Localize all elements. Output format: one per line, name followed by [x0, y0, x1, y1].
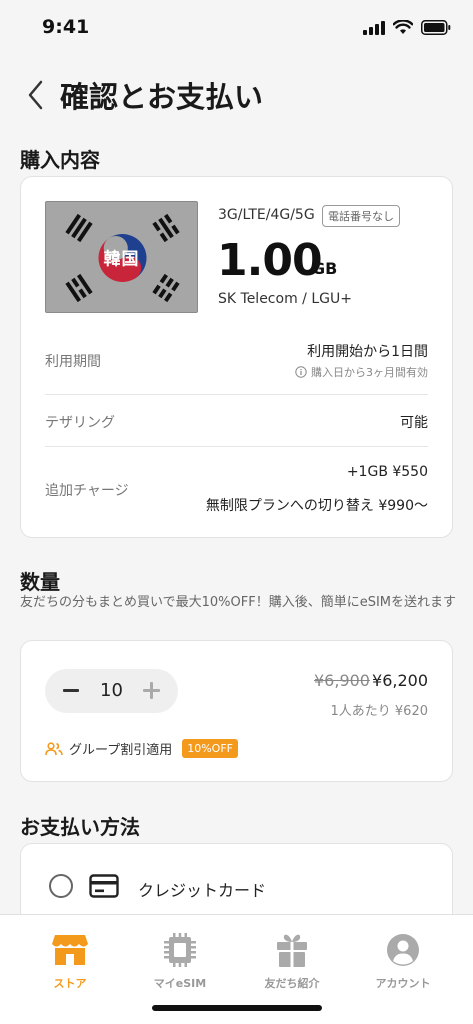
discount-badge: 10%OFF — [182, 739, 238, 758]
period-value: 利用開始から1日間 — [307, 344, 428, 360]
charge-label: 追加チャージ — [45, 483, 129, 499]
tethering-label: テザリング — [45, 415, 115, 431]
tab-label: ストア — [53, 977, 87, 990]
status-time: 9:41 — [42, 16, 90, 38]
plan-network: 3G/LTE/4G/5G — [218, 207, 315, 223]
group-discount-row: グループ割引適用 10%OFF — [45, 739, 238, 758]
store-icon — [52, 935, 88, 965]
quantity-description: 友だちの分もまとめ買いで最大10%OFF！購入後、簡単にeSIMを送れます — [20, 595, 456, 610]
quantity-stepper[interactable]: 10 — [45, 669, 178, 713]
korea-flag-image: 韓国 — [45, 201, 198, 313]
page-title: 確認とお支払い — [60, 80, 264, 114]
tab-my-esim[interactable]: マイeSIM — [135, 933, 225, 1003]
payment-radio[interactable] — [49, 874, 73, 898]
chip-icon — [164, 933, 196, 967]
tab-label: マイeSIM — [153, 977, 207, 990]
wifi-icon — [393, 20, 413, 34]
nav-header: 確認とお支払い — [0, 66, 473, 126]
home-indicator — [152, 1005, 322, 1011]
charge-value-unlimited: 無制限プランへの切り替え ¥990〜 — [205, 498, 428, 514]
info-icon — [295, 366, 307, 378]
plan-data-unit: GB — [312, 259, 338, 278]
price-total: ¥6,200 — [372, 671, 428, 690]
period-note-text: 購入日から3ヶ月間有効 — [311, 366, 428, 379]
tab-label: 友だち紹介 — [264, 977, 320, 990]
status-bar: 9:41 — [0, 0, 473, 56]
purchase-section-title: 購入内容 — [20, 148, 100, 172]
payment-section-title: お支払い方法 — [20, 815, 140, 839]
quantity-card: 10 ¥6,900 ¥6,200 1人あたり ¥620 グループ割引適用 10%… — [20, 640, 453, 782]
charge-value-gb: +1GB ¥550 — [346, 464, 428, 480]
account-icon — [387, 934, 419, 966]
plan-carrier: SK Telecom / LGU+ — [218, 291, 352, 307]
purchase-card: 韓国 3G/LTE/4G/5G 電話番号なし 1.00 GB SK Teleco… — [20, 176, 453, 538]
divider — [45, 446, 428, 447]
credit-card-icon — [89, 874, 119, 898]
tab-store[interactable]: ストア — [25, 933, 115, 1003]
country-label: 韓国 — [103, 249, 140, 270]
tethering-value: 可能 — [400, 415, 428, 431]
no-phone-number-badge: 電話番号なし — [322, 205, 400, 227]
plus-icon[interactable] — [143, 682, 160, 699]
price-original: ¥6,900 — [314, 671, 370, 690]
status-icons — [363, 20, 451, 35]
tab-refer-friend[interactable]: 友だち紹介 — [247, 933, 337, 1003]
tab-label: アカウント — [375, 977, 431, 990]
signal-icon — [363, 20, 385, 35]
back-icon[interactable] — [22, 78, 50, 112]
divider — [45, 394, 428, 395]
tab-account[interactable]: アカウント — [358, 933, 448, 1003]
period-note: 購入日から3ヶ月間有効 — [295, 364, 428, 380]
quantity-section-title: 数量 — [20, 570, 60, 594]
gift-icon — [277, 934, 307, 967]
period-label: 利用期間 — [45, 354, 101, 370]
group-icon — [45, 741, 63, 755]
plan-data-amount: 1.00 — [217, 235, 323, 286]
price-per-person: 1人あたり ¥620 — [330, 704, 429, 719]
payment-method-label: クレジットカード — [138, 881, 267, 900]
discount-label: グループ割引適用 — [69, 743, 173, 758]
battery-icon — [421, 20, 451, 35]
